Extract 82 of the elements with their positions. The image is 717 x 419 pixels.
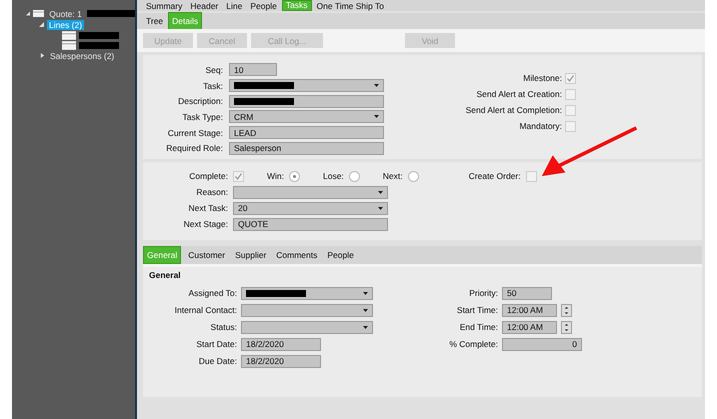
tab[interactable]: Header xyxy=(187,2,222,11)
checkbox-label: Send Alert at Creation: xyxy=(475,89,562,99)
field-label: Description: xyxy=(177,96,223,106)
text-field[interactable]: 18/2/2020 xyxy=(241,338,321,350)
field-label: Assigned To: xyxy=(187,288,237,298)
dropdown-caret-icon xyxy=(378,206,383,210)
dropdown-caret-icon xyxy=(374,115,379,118)
tab[interactable]: Line xyxy=(223,2,246,11)
dropdown-caret-icon xyxy=(378,190,383,194)
text-field[interactable]: 50 xyxy=(502,286,552,300)
field-label: End Time: xyxy=(458,322,498,332)
field-label: Status: xyxy=(210,322,237,332)
tab[interactable]: One Time Ship To xyxy=(314,2,387,11)
text-field[interactable] xyxy=(229,94,384,108)
checkbox[interactable] xyxy=(565,88,576,100)
field-label: Seq: xyxy=(204,64,223,75)
document-icon xyxy=(62,40,76,50)
field-label: Next Stage: xyxy=(182,219,228,229)
checkbox[interactable] xyxy=(526,170,537,182)
tree-item[interactable]: Quote: 1 xyxy=(47,8,84,18)
tab[interactable]: Customer xyxy=(185,249,228,261)
field-label: Start Time: xyxy=(456,305,498,315)
collapsed-triangle-icon[interactable] xyxy=(40,53,45,58)
time-field[interactable]: 12:00 AM xyxy=(502,320,557,334)
checkbox[interactable] xyxy=(565,72,576,84)
field-label: Internal Contact: xyxy=(174,305,237,315)
tree-item[interactable]: Salespersons (2) xyxy=(48,50,116,60)
radio-label: Win: xyxy=(267,171,284,181)
radio-button[interactable] xyxy=(348,170,360,182)
text-field[interactable]: Salesperson xyxy=(229,142,384,155)
checkbox-label: Send Alert at Completion: xyxy=(464,105,562,115)
dropdown-caret-icon xyxy=(363,326,368,328)
text-field[interactable]: 10 xyxy=(229,63,277,76)
checkbox-label: Complete: xyxy=(188,171,228,181)
radio-button[interactable] xyxy=(289,170,300,182)
dropdown-field[interactable] xyxy=(233,186,388,198)
dropdown-field[interactable]: 20 xyxy=(233,202,388,214)
field-label: Task: xyxy=(202,80,223,90)
radio-label: Lose: xyxy=(323,171,344,181)
radio-button[interactable] xyxy=(408,170,419,182)
folder-icon xyxy=(33,9,44,18)
expanded-triangle-icon[interactable] xyxy=(26,11,30,16)
expanded-triangle-icon[interactable] xyxy=(39,22,44,27)
text-field[interactable]: QUOTE xyxy=(233,218,388,230)
checkbox[interactable] xyxy=(565,104,576,116)
field-label: Next Task: xyxy=(187,203,228,213)
text-field[interactable]: 0 xyxy=(502,338,582,350)
tab[interactable]: People xyxy=(247,2,280,11)
radio-label: Next: xyxy=(382,171,403,181)
dropdown-caret-icon xyxy=(363,308,368,312)
checkbox[interactable] xyxy=(233,170,244,182)
dropdown-field[interactable]: CRM xyxy=(229,110,384,124)
tab[interactable]: Supplier xyxy=(232,249,270,261)
dropdown-field[interactable] xyxy=(241,304,373,316)
tab[interactable]: Summary xyxy=(143,2,186,11)
field-label: Task Type: xyxy=(182,112,223,122)
dropdown-field[interactable] xyxy=(241,286,373,300)
dropdown-caret-icon xyxy=(363,292,368,294)
text-field[interactable]: 18/2/2020 xyxy=(241,354,321,368)
field-label: Required Role: xyxy=(165,143,223,154)
document-icon xyxy=(62,30,76,40)
tab[interactable]: People xyxy=(324,249,357,261)
field-label: Reason: xyxy=(195,187,228,197)
checkbox[interactable] xyxy=(565,120,576,132)
spinner-icon[interactable] xyxy=(561,320,572,334)
dropdown-field[interactable] xyxy=(241,320,373,334)
checkbox-label: Create Order: xyxy=(468,171,521,181)
dropdown-caret-icon xyxy=(374,84,379,87)
text-field[interactable]: LEAD xyxy=(229,126,384,140)
time-field[interactable]: 12:00 AM xyxy=(502,304,557,316)
checkbox-label: Milestone: xyxy=(522,73,562,83)
checkbox-label: Mandatory: xyxy=(518,121,562,131)
field-label: % Complete: xyxy=(448,339,498,349)
field-label: Current Stage: xyxy=(166,128,223,138)
tab[interactable]: Comments xyxy=(273,249,320,261)
field-label: Start Date: xyxy=(195,339,237,349)
section-heading: General xyxy=(149,270,182,280)
tab[interactable]: Tree xyxy=(143,15,166,27)
field-label: Priority: xyxy=(468,288,498,298)
field-label: Due Date: xyxy=(198,356,237,366)
spinner-icon[interactable] xyxy=(561,304,572,316)
dropdown-field[interactable] xyxy=(229,79,384,92)
